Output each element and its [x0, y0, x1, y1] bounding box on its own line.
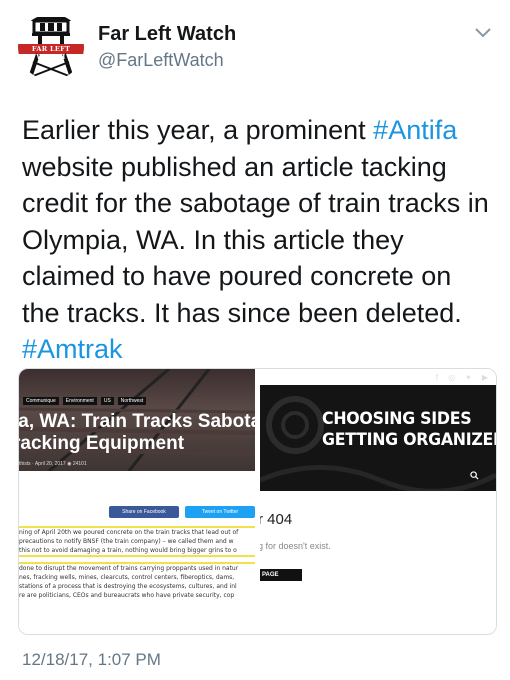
- tweet-text-segment: Earlier this year, a prominent: [22, 115, 374, 145]
- chevron-down-icon[interactable]: [473, 26, 493, 40]
- banner-line: CHOOSING SIDES: [322, 409, 472, 429]
- homepage-button[interactable]: PAGE: [260, 569, 302, 581]
- breadcrumb-item[interactable]: Communique: [23, 397, 59, 405]
- share-facebook-label: Share on Facebook: [122, 509, 166, 515]
- error-title: r 404: [260, 511, 293, 528]
- article-line: re are politicians, CEOs and bureaucrats…: [19, 592, 235, 599]
- tweet-text: Earlier this year, a prominent #Antifa w…: [22, 112, 492, 368]
- tweet-timestamp[interactable]: 12/18/17, 1:07 PM: [22, 650, 161, 670]
- youtube-icon[interactable]: ▶: [482, 373, 488, 382]
- avatar[interactable]: FAR LEFT WATCH: [18, 14, 84, 80]
- hashtag-link[interactable]: #Amtrak: [22, 334, 123, 364]
- tweet-header: FAR LEFT WATCH Far Left Watch @FarLeftWa…: [0, 0, 510, 100]
- article-line: done to disrupt the movement of trains c…: [19, 565, 239, 572]
- article-title-line: ia, WA: Train Tracks Sabota: [19, 411, 255, 432]
- breadcrumb: Communique Environment US Northwest: [23, 397, 147, 405]
- hashtag-link[interactable]: #Antifa: [373, 115, 457, 145]
- article-line: [19, 555, 255, 564]
- article-line: this not to avoid damaging a train, noth…: [19, 547, 237, 554]
- facebook-icon[interactable]: f: [436, 373, 438, 382]
- search-icon[interactable]: [470, 471, 479, 480]
- social-icons: f ◎ ✦ ▶: [436, 373, 488, 382]
- article-title-line: racking Equipment: [19, 433, 185, 454]
- breadcrumb-item[interactable]: Northwest: [117, 397, 147, 405]
- banner-title: CHOOSING SIDES GETTING ORGANIZED: [322, 409, 496, 451]
- article-screenshot[interactable]: Communique Environment US Northwest ia, …: [19, 369, 255, 634]
- instagram-icon[interactable]: ◎: [448, 373, 455, 382]
- article-line: nes, fracking wells, mines, clearcuts, c…: [19, 574, 235, 581]
- share-twitter-label: Tweet on Twitter: [201, 509, 239, 515]
- breadcrumb-item[interactable]: US: [100, 397, 114, 405]
- breadcrumb-item[interactable]: Environment: [62, 397, 97, 405]
- article-body: ning of April 20th we poured concrete on…: [19, 528, 255, 600]
- article-title: ia, WA: Train Tracks Sabota racking Equi…: [19, 411, 255, 455]
- tweet-text-segment: website published an article tacking cre…: [22, 151, 489, 328]
- error-subtitle: g for doesn't exist.: [260, 541, 331, 551]
- twitter-icon[interactable]: ✦: [465, 373, 472, 382]
- site-banner: CHOOSING SIDES GETTING ORGANIZED: [260, 385, 496, 491]
- share-twitter-button[interactable]: Tweet on Twitter: [185, 506, 255, 518]
- attached-images[interactable]: Communique Environment US Northwest ia, …: [18, 368, 497, 635]
- article-line: stations of a process that is destroying…: [19, 583, 237, 590]
- avatar-banner-text: FAR LEFT WATCH: [31, 45, 71, 61]
- account-name[interactable]: Far Left Watch: [98, 23, 236, 46]
- article-meta: thists · April 20, 2017 ◉ 24101: [19, 461, 87, 467]
- article-line: ning of April 20th we poured concrete on…: [19, 529, 239, 536]
- banner-line: GETTING ORGANIZED: [322, 430, 496, 450]
- article-line: precautions to notify BNSF (the train co…: [19, 538, 234, 545]
- share-facebook-button[interactable]: Share on Facebook: [109, 506, 179, 518]
- error-page-screenshot[interactable]: f ◎ ✦ ▶ CHOOSING SIDES GETTING ORGANIZED…: [260, 369, 496, 634]
- account-handle[interactable]: @FarLeftWatch: [98, 50, 224, 71]
